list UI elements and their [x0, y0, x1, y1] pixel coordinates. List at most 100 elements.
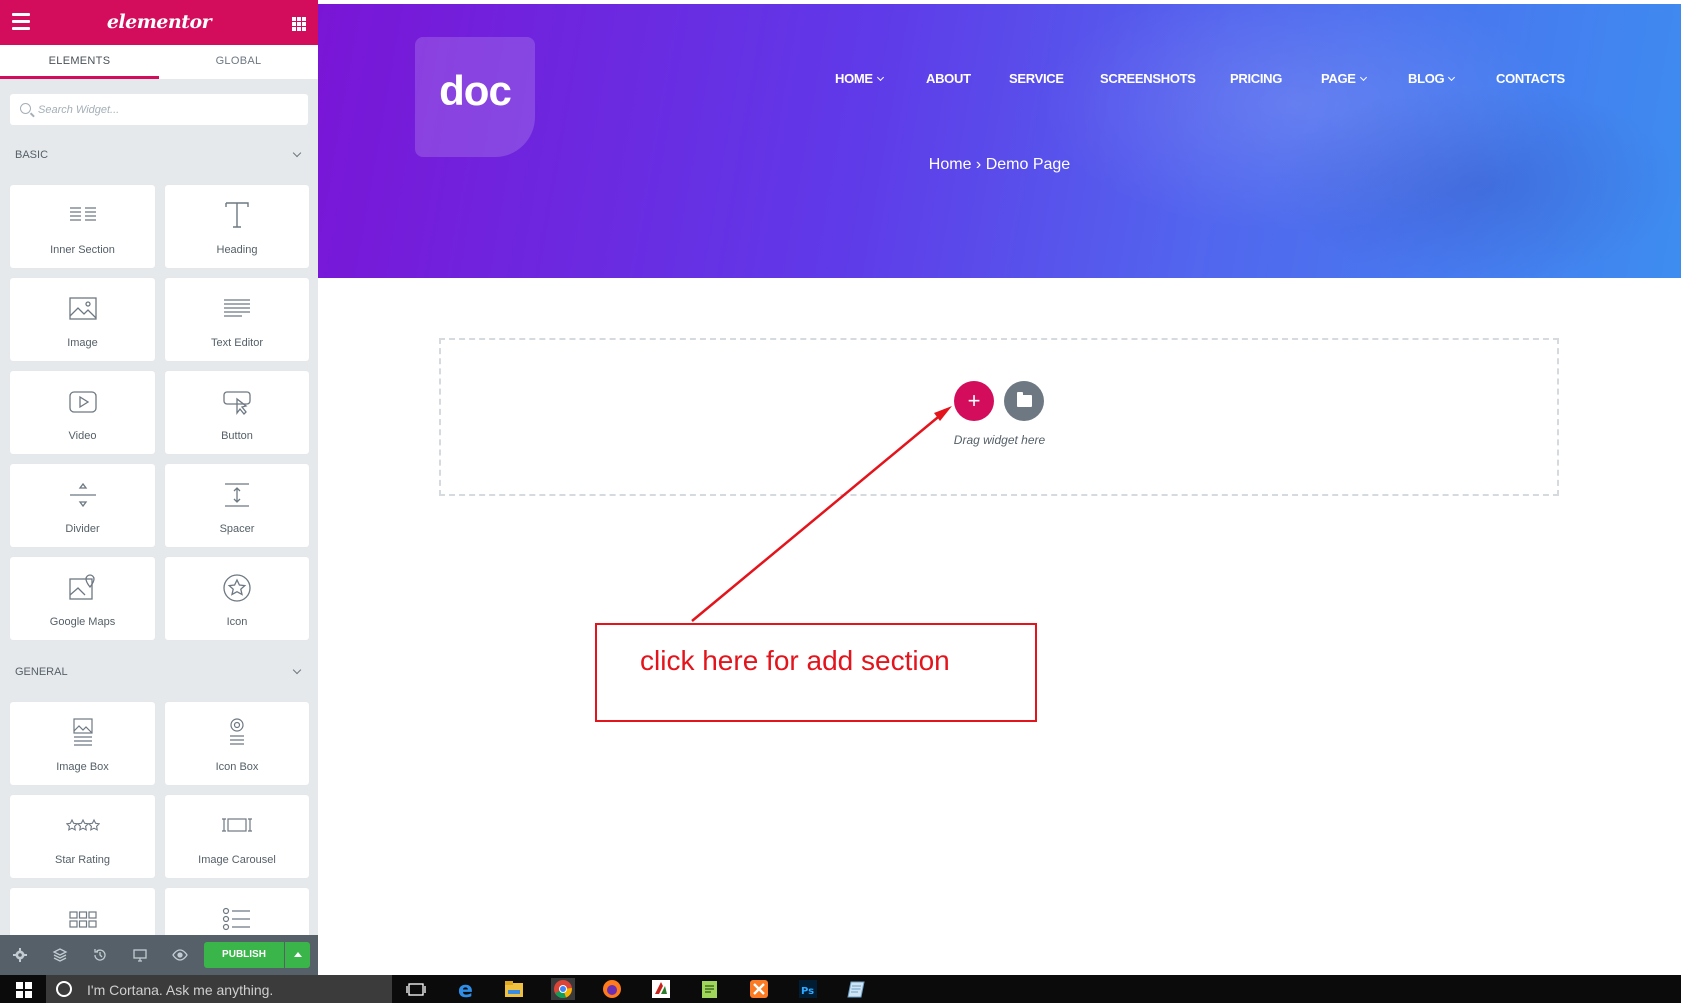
- star-rating-icon: [65, 809, 100, 843]
- star-icon: [220, 571, 254, 605]
- nav-item-screenshots[interactable]: SCREENSHOTS: [1100, 71, 1196, 86]
- category-title: BASIC: [15, 149, 49, 161]
- nav-item-home[interactable]: HOME: [835, 71, 884, 86]
- tab-global[interactable]: GLOBAL: [159, 45, 318, 79]
- navigator-layers-icon[interactable]: [52, 947, 68, 963]
- image-box-icon: [66, 716, 100, 750]
- chevron-down-icon: [292, 665, 302, 675]
- xampp-icon[interactable]: [747, 978, 771, 1000]
- widget-image-box[interactable]: Image Box: [10, 702, 155, 785]
- search-wrap: [0, 79, 318, 135]
- button-icon: [220, 385, 254, 419]
- nav-item-pricing[interactable]: PRICING: [1230, 71, 1282, 86]
- nav-item-blog[interactable]: BLOG: [1408, 71, 1456, 86]
- widget-star-rating[interactable]: Star Rating: [10, 795, 155, 878]
- category-general-header[interactable]: GENERAL: [0, 652, 318, 692]
- spacer-icon: [220, 478, 254, 512]
- widget-heading[interactable]: Heading: [165, 185, 309, 268]
- widget-spacer[interactable]: Spacer: [165, 464, 309, 547]
- add-new-section-button[interactable]: +: [954, 381, 994, 421]
- widget-image-carousel[interactable]: Image Carousel: [165, 795, 309, 878]
- widget-label: Inner Section: [50, 244, 115, 256]
- category-basic-header[interactable]: BASIC: [0, 135, 318, 175]
- history-icon[interactable]: [92, 947, 108, 963]
- widget-divider[interactable]: Divider: [10, 464, 155, 547]
- main-nav: HOME ABOUT SERVICE SCREENSHOTS PRICING P…: [318, 71, 1681, 91]
- image-icon: [66, 292, 100, 326]
- inner-section-icon: [66, 199, 100, 233]
- folder-icon: [1017, 392, 1032, 407]
- breadcrumb-current: Demo Page: [985, 156, 1071, 173]
- nav-label: CONTACTS: [1496, 71, 1565, 86]
- nav-item-page[interactable]: PAGE: [1321, 71, 1367, 86]
- add-template-button[interactable]: [1004, 381, 1044, 421]
- widget-label: Image: [67, 337, 98, 349]
- nav-item-about[interactable]: ABOUT: [926, 71, 971, 86]
- drop-zone-hint: Drag widget here: [953, 433, 1046, 447]
- widget-inner-section[interactable]: Inner Section: [10, 185, 155, 268]
- site-logo[interactable]: doc: [415, 37, 535, 157]
- svg-text:e: e: [458, 978, 473, 1000]
- widget-label: Heading: [216, 244, 258, 256]
- search-icon: [20, 103, 31, 114]
- search-box: [10, 94, 308, 125]
- cortana-icon: [56, 981, 72, 997]
- empty-section-drop-zone[interactable]: [439, 338, 1559, 496]
- firefox-icon[interactable]: [600, 978, 624, 1000]
- hero-banner: doc HOME ABOUT SERVICE SCREENSHOTS PRICI…: [318, 4, 1681, 278]
- breadcrumb-home-link[interactable]: Home: [929, 156, 972, 173]
- widget-icon[interactable]: Icon: [165, 557, 309, 640]
- hero-decoration: [1268, 84, 1681, 278]
- settings-gear-icon[interactable]: [12, 947, 28, 963]
- chevron-down-icon: [876, 73, 884, 82]
- video-icon: [66, 385, 100, 419]
- filezilla-icon[interactable]: [649, 978, 673, 1000]
- cortana-search-box[interactable]: I'm Cortana. Ask me anything.: [46, 975, 392, 1003]
- widget-icon-box[interactable]: Icon Box: [165, 702, 309, 785]
- publish-button[interactable]: PUBLISH: [204, 942, 284, 968]
- widget-image[interactable]: Image: [10, 278, 155, 361]
- file-explorer-icon[interactable]: [502, 978, 526, 1000]
- nav-label: ABOUT: [926, 71, 971, 86]
- widget-label: Icon: [226, 616, 248, 628]
- tab-elements[interactable]: ELEMENTS: [0, 45, 159, 79]
- panel-header: elementor: [0, 0, 318, 45]
- widget-label: Button: [221, 430, 253, 442]
- windows-start-icon[interactable]: [16, 982, 32, 998]
- google-maps-icon: [66, 571, 100, 605]
- svg-text:Ps: Ps: [801, 986, 814, 997]
- responsive-desktop-icon[interactable]: [132, 947, 148, 963]
- task-view-icon[interactable]: [404, 978, 428, 1000]
- nav-label: PRICING: [1230, 71, 1283, 86]
- chrome-icon[interactable]: [551, 978, 575, 1000]
- annotation-callout: click here for add section: [595, 623, 1037, 722]
- nav-label: SERVICE: [1009, 71, 1064, 86]
- widget-label: Spacer: [219, 523, 255, 535]
- preview-eye-icon[interactable]: [172, 947, 188, 963]
- notes-icon[interactable]: [845, 978, 869, 1000]
- page-preview: doc HOME ABOUT SERVICE SCREENSHOTS PRICI…: [318, 0, 1681, 975]
- publish-options-caret-icon[interactable]: [285, 942, 310, 968]
- edge-icon[interactable]: e: [454, 978, 478, 1003]
- widget-google-maps[interactable]: Google Maps: [10, 557, 155, 640]
- nav-item-service[interactable]: SERVICE: [1009, 71, 1064, 86]
- widget-label: Image Box: [56, 761, 109, 773]
- widget-video[interactable]: Video: [10, 371, 155, 454]
- breadcrumb-separator: ›: [975, 156, 982, 173]
- search-widget-input[interactable]: [38, 94, 288, 125]
- widget-label: Image Carousel: [198, 854, 276, 866]
- panel-tabs: ELEMENTS GLOBAL: [0, 45, 318, 79]
- nav-item-contacts[interactable]: CONTACTS: [1496, 71, 1565, 86]
- widget-button[interactable]: Button: [165, 371, 309, 454]
- chevron-down-icon: [1359, 73, 1367, 82]
- widget-text-editor[interactable]: Text Editor: [165, 278, 309, 361]
- chevron-down-icon: [1448, 73, 1456, 82]
- text-editor-icon: [220, 292, 254, 326]
- notepad-plus-icon[interactable]: [698, 978, 722, 1000]
- nav-label: SCREENSHOTS: [1100, 71, 1196, 86]
- photoshop-icon[interactable]: Ps: [796, 978, 820, 1000]
- annotation-text: click here for add section: [640, 645, 950, 676]
- widget-label: Video: [68, 430, 97, 442]
- widgets-grid-icon[interactable]: [292, 17, 306, 31]
- widget-label: Divider: [65, 523, 100, 535]
